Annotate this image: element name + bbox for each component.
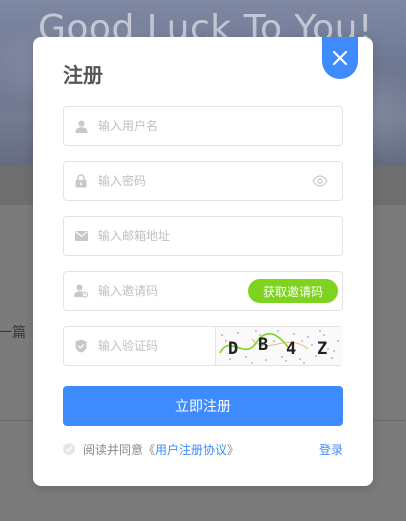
shield-icon (74, 339, 88, 353)
register-modal: 注册 输入用户名 输入邮箱地址 输入邀请码 获取邀请码 输入验证码 D B 4 … (33, 37, 373, 486)
check-icon (65, 446, 73, 452)
agreement-prefix: 阅读并同意《 (83, 442, 156, 457)
captcha-char: 4 (286, 339, 296, 359)
invite-input[interactable] (98, 272, 238, 310)
password-input[interactable] (98, 162, 298, 200)
mail-icon (74, 229, 88, 243)
captcha-field: D B 4 Z (63, 326, 343, 366)
user-add-icon (74, 284, 88, 298)
captcha-input[interactable] (98, 327, 208, 365)
username-input[interactable] (98, 107, 334, 145)
eye-icon[interactable] (312, 175, 328, 187)
username-field (63, 106, 343, 146)
captcha-image[interactable]: D B 4 Z (215, 327, 343, 365)
email-field (63, 216, 343, 256)
captcha-char: D (228, 339, 238, 359)
lock-icon (74, 174, 88, 188)
invite-field: 获取邀请码 (63, 271, 343, 311)
captcha-char: B (258, 335, 268, 355)
register-button[interactable]: 立即注册 (63, 386, 343, 426)
password-field (63, 161, 343, 201)
user-icon (74, 119, 88, 133)
agreement-row: 阅读并同意《 用户注册协议》 (63, 441, 239, 457)
agree-checkbox[interactable] (63, 443, 75, 455)
email-input[interactable] (98, 217, 334, 255)
get-invite-code-button[interactable]: 获取邀请码 (248, 279, 338, 303)
login-link[interactable]: 登录 (319, 441, 343, 458)
captcha-graphic: D B 4 Z (216, 327, 343, 365)
modal-title: 注册 (63, 63, 103, 87)
close-button[interactable] (322, 37, 358, 79)
agreement-suffix: 》 (227, 442, 240, 457)
user-agreement-link[interactable]: 用户注册协议 (155, 441, 227, 458)
captcha-char: Z (317, 339, 327, 359)
background-snippet: 一篇 (0, 325, 26, 341)
close-icon (332, 50, 348, 66)
